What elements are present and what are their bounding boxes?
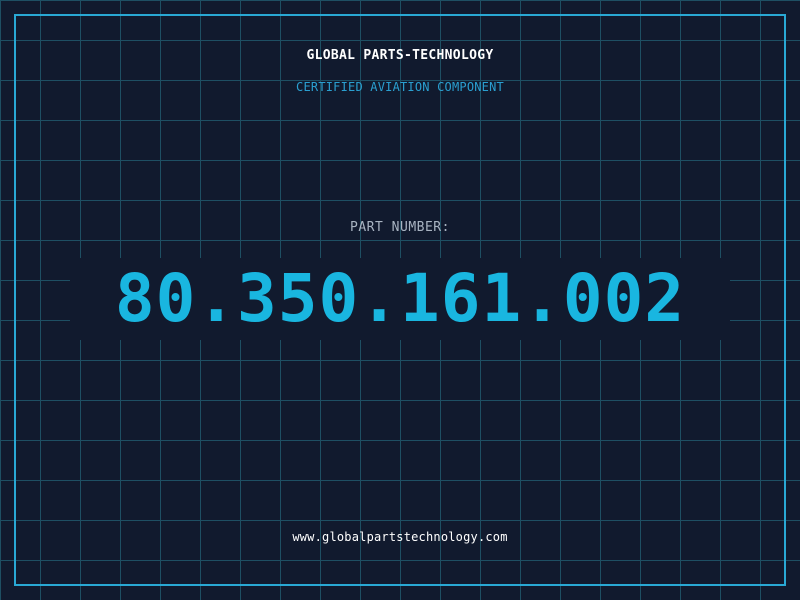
part-number-panel: 80.350.161.002 [70,258,730,340]
website-link[interactable]: www.globalpartstechnology.com [0,530,800,544]
company-name: GLOBAL PARTS-TECHNOLOGY [306,48,494,63]
certification-subtitle: CERTIFIED AVIATION COMPONENT [296,80,504,94]
part-number-label: PART NUMBER: [350,220,450,235]
part-label-screen: { "header": { "company": "GLOBAL PARTS-T… [0,0,800,600]
part-number-value: 80.350.161.002 [114,260,686,337]
